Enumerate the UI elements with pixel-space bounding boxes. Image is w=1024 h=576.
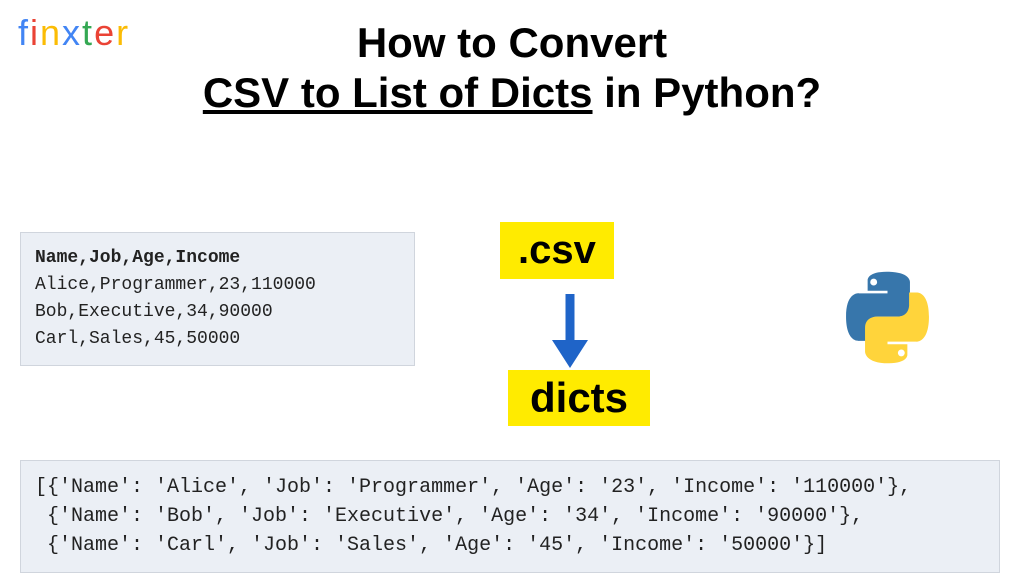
output-line: {'Name': 'Bob', 'Job': 'Executive', 'Age…	[35, 505, 863, 528]
python-logo-icon	[840, 270, 935, 370]
csv-badge: .csv	[500, 222, 614, 279]
title-line1: How to Convert	[0, 18, 1024, 68]
page-title: How to Convert CSV to List of Dicts in P…	[0, 18, 1024, 119]
dicts-output-box: [{'Name': 'Alice', 'Job': 'Programmer', …	[20, 460, 1000, 573]
output-line: [{'Name': 'Alice', 'Job': 'Programmer', …	[35, 476, 911, 499]
dicts-badge: dicts	[508, 370, 650, 426]
arrow-down-icon	[548, 290, 592, 373]
csv-row: Bob,Executive,34,90000	[35, 299, 400, 326]
csv-row: Alice,Programmer,23,110000	[35, 272, 400, 299]
csv-row: Carl,Sales,45,50000	[35, 326, 400, 353]
title-highlight: CSV to List of Dicts	[203, 69, 593, 116]
csv-input-box: Name,Job,Age,Income Alice,Programmer,23,…	[20, 232, 415, 366]
output-line: {'Name': 'Carl', 'Job': 'Sales', 'Age': …	[35, 534, 827, 557]
title-suffix: in Python?	[593, 69, 822, 116]
csv-header: Name,Job,Age,Income	[35, 245, 400, 272]
title-line2: CSV to List of Dicts in Python?	[0, 68, 1024, 118]
